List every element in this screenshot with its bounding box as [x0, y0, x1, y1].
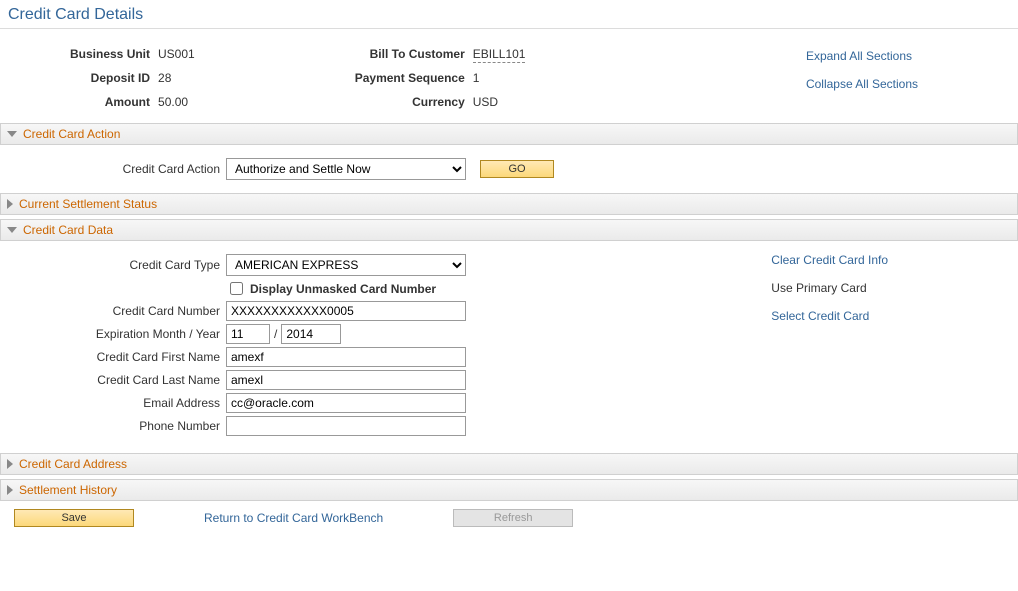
phone-label: Phone Number [10, 419, 226, 433]
first-name-input[interactable] [226, 347, 466, 367]
header-block: Business Unit US001 Deposit ID 28 Amount… [0, 29, 1018, 115]
expand-all-link[interactable]: Expand All Sections [806, 49, 918, 63]
payment-sequence-label: Payment Sequence [355, 71, 465, 85]
currency-label: Currency [355, 95, 465, 109]
business-unit-label: Business Unit [70, 47, 150, 61]
bill-to-customer-label: Bill To Customer [355, 47, 465, 61]
last-name-label: Credit Card Last Name [10, 373, 226, 387]
section-settlement-status: Current Settlement Status [0, 193, 1018, 215]
section-title-settlement-history: Settlement History [19, 483, 117, 497]
section-header-settlement-status[interactable]: Current Settlement Status [0, 193, 1018, 215]
section-header-cc-address[interactable]: Credit Card Address [0, 453, 1018, 475]
page-title: Credit Card Details [0, 0, 1018, 29]
exp-month-input[interactable] [226, 324, 270, 344]
bill-to-customer-value[interactable]: EBILL101 [473, 47, 526, 63]
return-workbench-link[interactable]: Return to Credit Card WorkBench [204, 511, 383, 525]
refresh-button: Refresh [453, 509, 573, 527]
section-title-settlement-status: Current Settlement Status [19, 197, 157, 211]
deposit-id-label: Deposit ID [70, 71, 150, 85]
clear-cc-link[interactable]: Clear Credit Card Info [771, 253, 888, 267]
email-label: Email Address [10, 396, 226, 410]
cc-action-label: Credit Card Action [10, 162, 226, 176]
chevron-down-icon [7, 131, 17, 137]
select-cc-link[interactable]: Select Credit Card [771, 309, 888, 323]
display-unmasked-label: Display Unmasked Card Number [250, 282, 436, 296]
section-header-settlement-history[interactable]: Settlement History [0, 479, 1018, 501]
section-cc-address: Credit Card Address [0, 453, 1018, 475]
cc-action-select[interactable]: Authorize and Settle Now [226, 158, 466, 180]
cc-type-select[interactable]: AMERICAN EXPRESS [226, 254, 466, 276]
section-cc-data: Credit Card Data Credit Card Type AMERIC… [0, 219, 1018, 445]
section-cc-action: Credit Card Action Credit Card Action Au… [0, 123, 1018, 189]
cc-number-input[interactable] [226, 301, 466, 321]
section-header-cc-data[interactable]: Credit Card Data [0, 219, 1018, 241]
display-unmasked-checkbox[interactable] [230, 282, 243, 295]
section-settlement-history: Settlement History [0, 479, 1018, 501]
cc-number-label: Credit Card Number [10, 304, 226, 318]
exp-year-input[interactable] [281, 324, 341, 344]
last-name-input[interactable] [226, 370, 466, 390]
cc-type-label: Credit Card Type [10, 258, 226, 272]
go-button[interactable]: GO [480, 160, 554, 178]
amount-value: 50.00 [158, 95, 195, 109]
business-unit-value: US001 [158, 47, 195, 61]
payment-sequence-value: 1 [473, 71, 526, 85]
amount-label: Amount [70, 95, 150, 109]
chevron-right-icon [7, 459, 13, 469]
bottom-bar: Save Return to Credit Card WorkBench Ref… [0, 501, 1018, 537]
section-header-cc-action[interactable]: Credit Card Action [0, 123, 1018, 145]
section-title-cc-address: Credit Card Address [19, 457, 127, 471]
use-primary-text: Use Primary Card [771, 281, 888, 295]
chevron-down-icon [7, 227, 17, 233]
phone-input[interactable] [226, 416, 466, 436]
save-button[interactable]: Save [14, 509, 134, 527]
first-name-label: Credit Card First Name [10, 350, 226, 364]
chevron-right-icon [7, 485, 13, 495]
exp-separator: / [274, 327, 277, 341]
email-input[interactable] [226, 393, 466, 413]
deposit-id-value: 28 [158, 71, 195, 85]
collapse-all-link[interactable]: Collapse All Sections [806, 77, 918, 91]
chevron-right-icon [7, 199, 13, 209]
exp-label: Expiration Month / Year [10, 327, 226, 341]
section-title-cc-action: Credit Card Action [23, 127, 120, 141]
currency-value: USD [473, 95, 526, 109]
section-title-cc-data: Credit Card Data [23, 223, 113, 237]
